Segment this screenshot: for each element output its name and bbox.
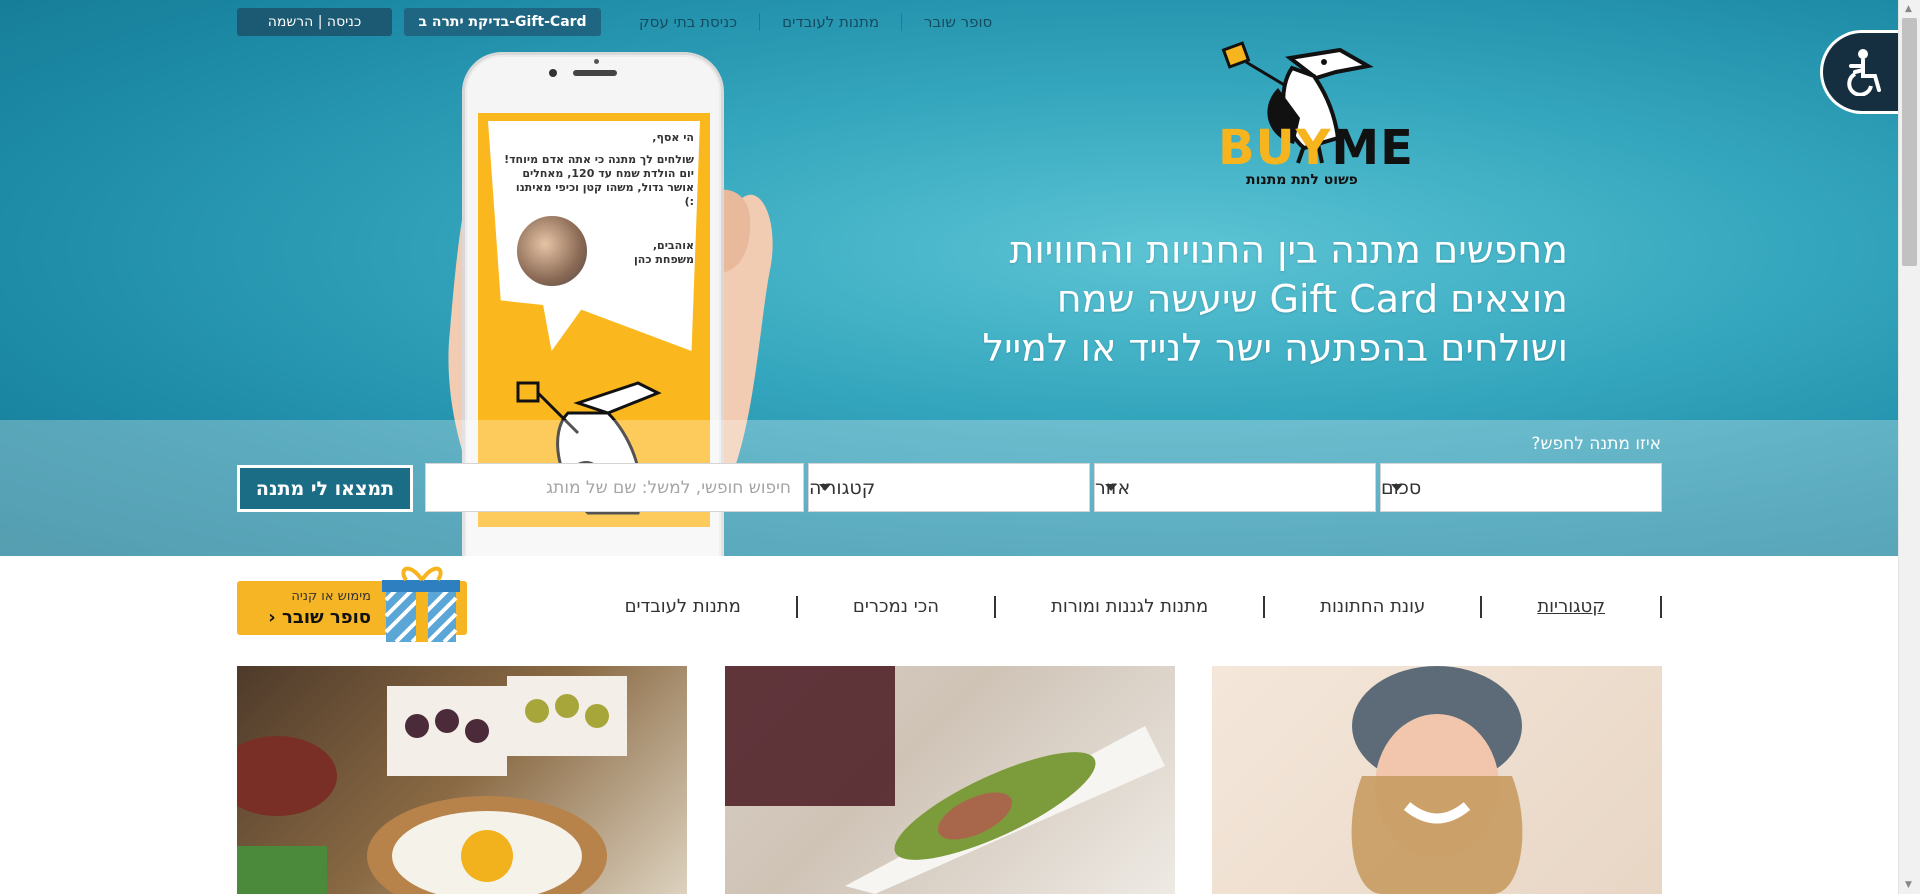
- page-scrollbar[interactable]: ▲ ▼: [1898, 0, 1920, 894]
- accessibility-button[interactable]: [1820, 30, 1906, 114]
- cat-link-teacher-gifts[interactable]: מתנות לגננות ומורות: [996, 596, 1266, 618]
- breakfast-spread-image: [237, 676, 627, 894]
- chevron-down-icon: [1105, 484, 1117, 491]
- search-label: איזו מתנה לחפש?: [1531, 434, 1661, 454]
- card-greeting: הי אסף,: [652, 131, 694, 144]
- category-select[interactable]: קטגוריה: [808, 463, 1090, 512]
- scroll-up-arrow-icon[interactable]: ▲: [1905, 4, 1912, 14]
- category-tile-fashion[interactable]: [1212, 666, 1662, 894]
- hero-headline: מחפשים מתנה בין החנויות והחוויות מוצאים …: [948, 226, 1568, 373]
- chevron-down-icon: [819, 484, 831, 491]
- logo-wordmark: BUYME: [1218, 120, 1414, 176]
- nav-link-super-voucher[interactable]: סופר שובר: [901, 13, 1014, 31]
- chevron-down-icon: [1391, 484, 1403, 491]
- phone-camera: [549, 69, 557, 77]
- voucher-title: סופר שובר ‹: [268, 607, 371, 628]
- cat-link-categories[interactable]: קטגוריות: [1482, 596, 1662, 618]
- nav-link-employee-gifts[interactable]: מתנות לעובדים: [759, 13, 901, 31]
- cat-link-employee-gifts[interactable]: מתנות לעובדים: [570, 596, 798, 618]
- free-search-input[interactable]: [425, 463, 804, 512]
- phone-sensor: [594, 59, 599, 64]
- logo-tagline: פשוט לתת מתנות: [1246, 172, 1358, 188]
- headline-line-2: מוצאים Gift Card שיעשה שמח: [1056, 277, 1568, 321]
- area-select[interactable]: אזור: [1094, 463, 1376, 512]
- find-gift-button[interactable]: תמצאו לי מתנה: [237, 465, 413, 512]
- top-nav-links: סופר שובר מתנות לעובדים כניסת בתי עסק: [617, 8, 1014, 36]
- voucher-title-text: סופר שובר: [282, 607, 371, 628]
- top-navigation: כניסה | הרשמה בדיקת יתרה ב-Gift-Card סופ…: [237, 8, 1663, 38]
- gift-box-icon: [382, 566, 460, 644]
- logo-me: ME: [1331, 120, 1414, 176]
- scrollbar-thumb[interactable]: [1902, 18, 1917, 266]
- check-balance-button[interactable]: בדיקת יתרה ב-Gift-Card: [404, 8, 601, 36]
- scroll-down-arrow-icon[interactable]: ▼: [1905, 880, 1912, 890]
- chevron-left-icon: ‹: [268, 607, 276, 628]
- dish-and-wine-image: [725, 666, 1165, 894]
- category-tile-restaurants[interactable]: [725, 666, 1175, 894]
- hero-banner: הי אסף, שולחים לך מתנה כי אתה אדם מיוחד!…: [0, 0, 1898, 556]
- category-navigation: קטגוריות עונת החתונות מתנות לגננות ומורו…: [520, 590, 1662, 624]
- cat-link-wedding-season[interactable]: עונת החתונות: [1265, 596, 1483, 618]
- phone-speaker: [573, 70, 617, 76]
- woman-in-beanie-image: [1351, 666, 1523, 894]
- cat-link-best-sellers[interactable]: הכי נמכרים: [798, 596, 996, 618]
- logo-buy: BUY: [1218, 120, 1332, 176]
- card-message: שולחים לך מתנה כי אתה אדם מיוחד! יום הול…: [504, 153, 694, 208]
- login-register-button[interactable]: כניסה | הרשמה: [237, 8, 392, 36]
- sum-select[interactable]: סכום: [1380, 463, 1662, 512]
- voucher-subtitle: מימוש או קניה: [291, 589, 371, 604]
- accessibility-wheelchair-icon: [1847, 49, 1881, 96]
- headline-line-1: מחפשים מתנה בין החנויות והחוויות: [1009, 228, 1568, 272]
- nav-link-business-login[interactable]: כניסת בתי עסק: [617, 13, 759, 31]
- category-tile-breakfast[interactable]: [237, 666, 687, 894]
- family-photo: [514, 213, 590, 289]
- headline-line-3: ושולחים בהפתעה ישר לנייד או למייל: [982, 326, 1568, 370]
